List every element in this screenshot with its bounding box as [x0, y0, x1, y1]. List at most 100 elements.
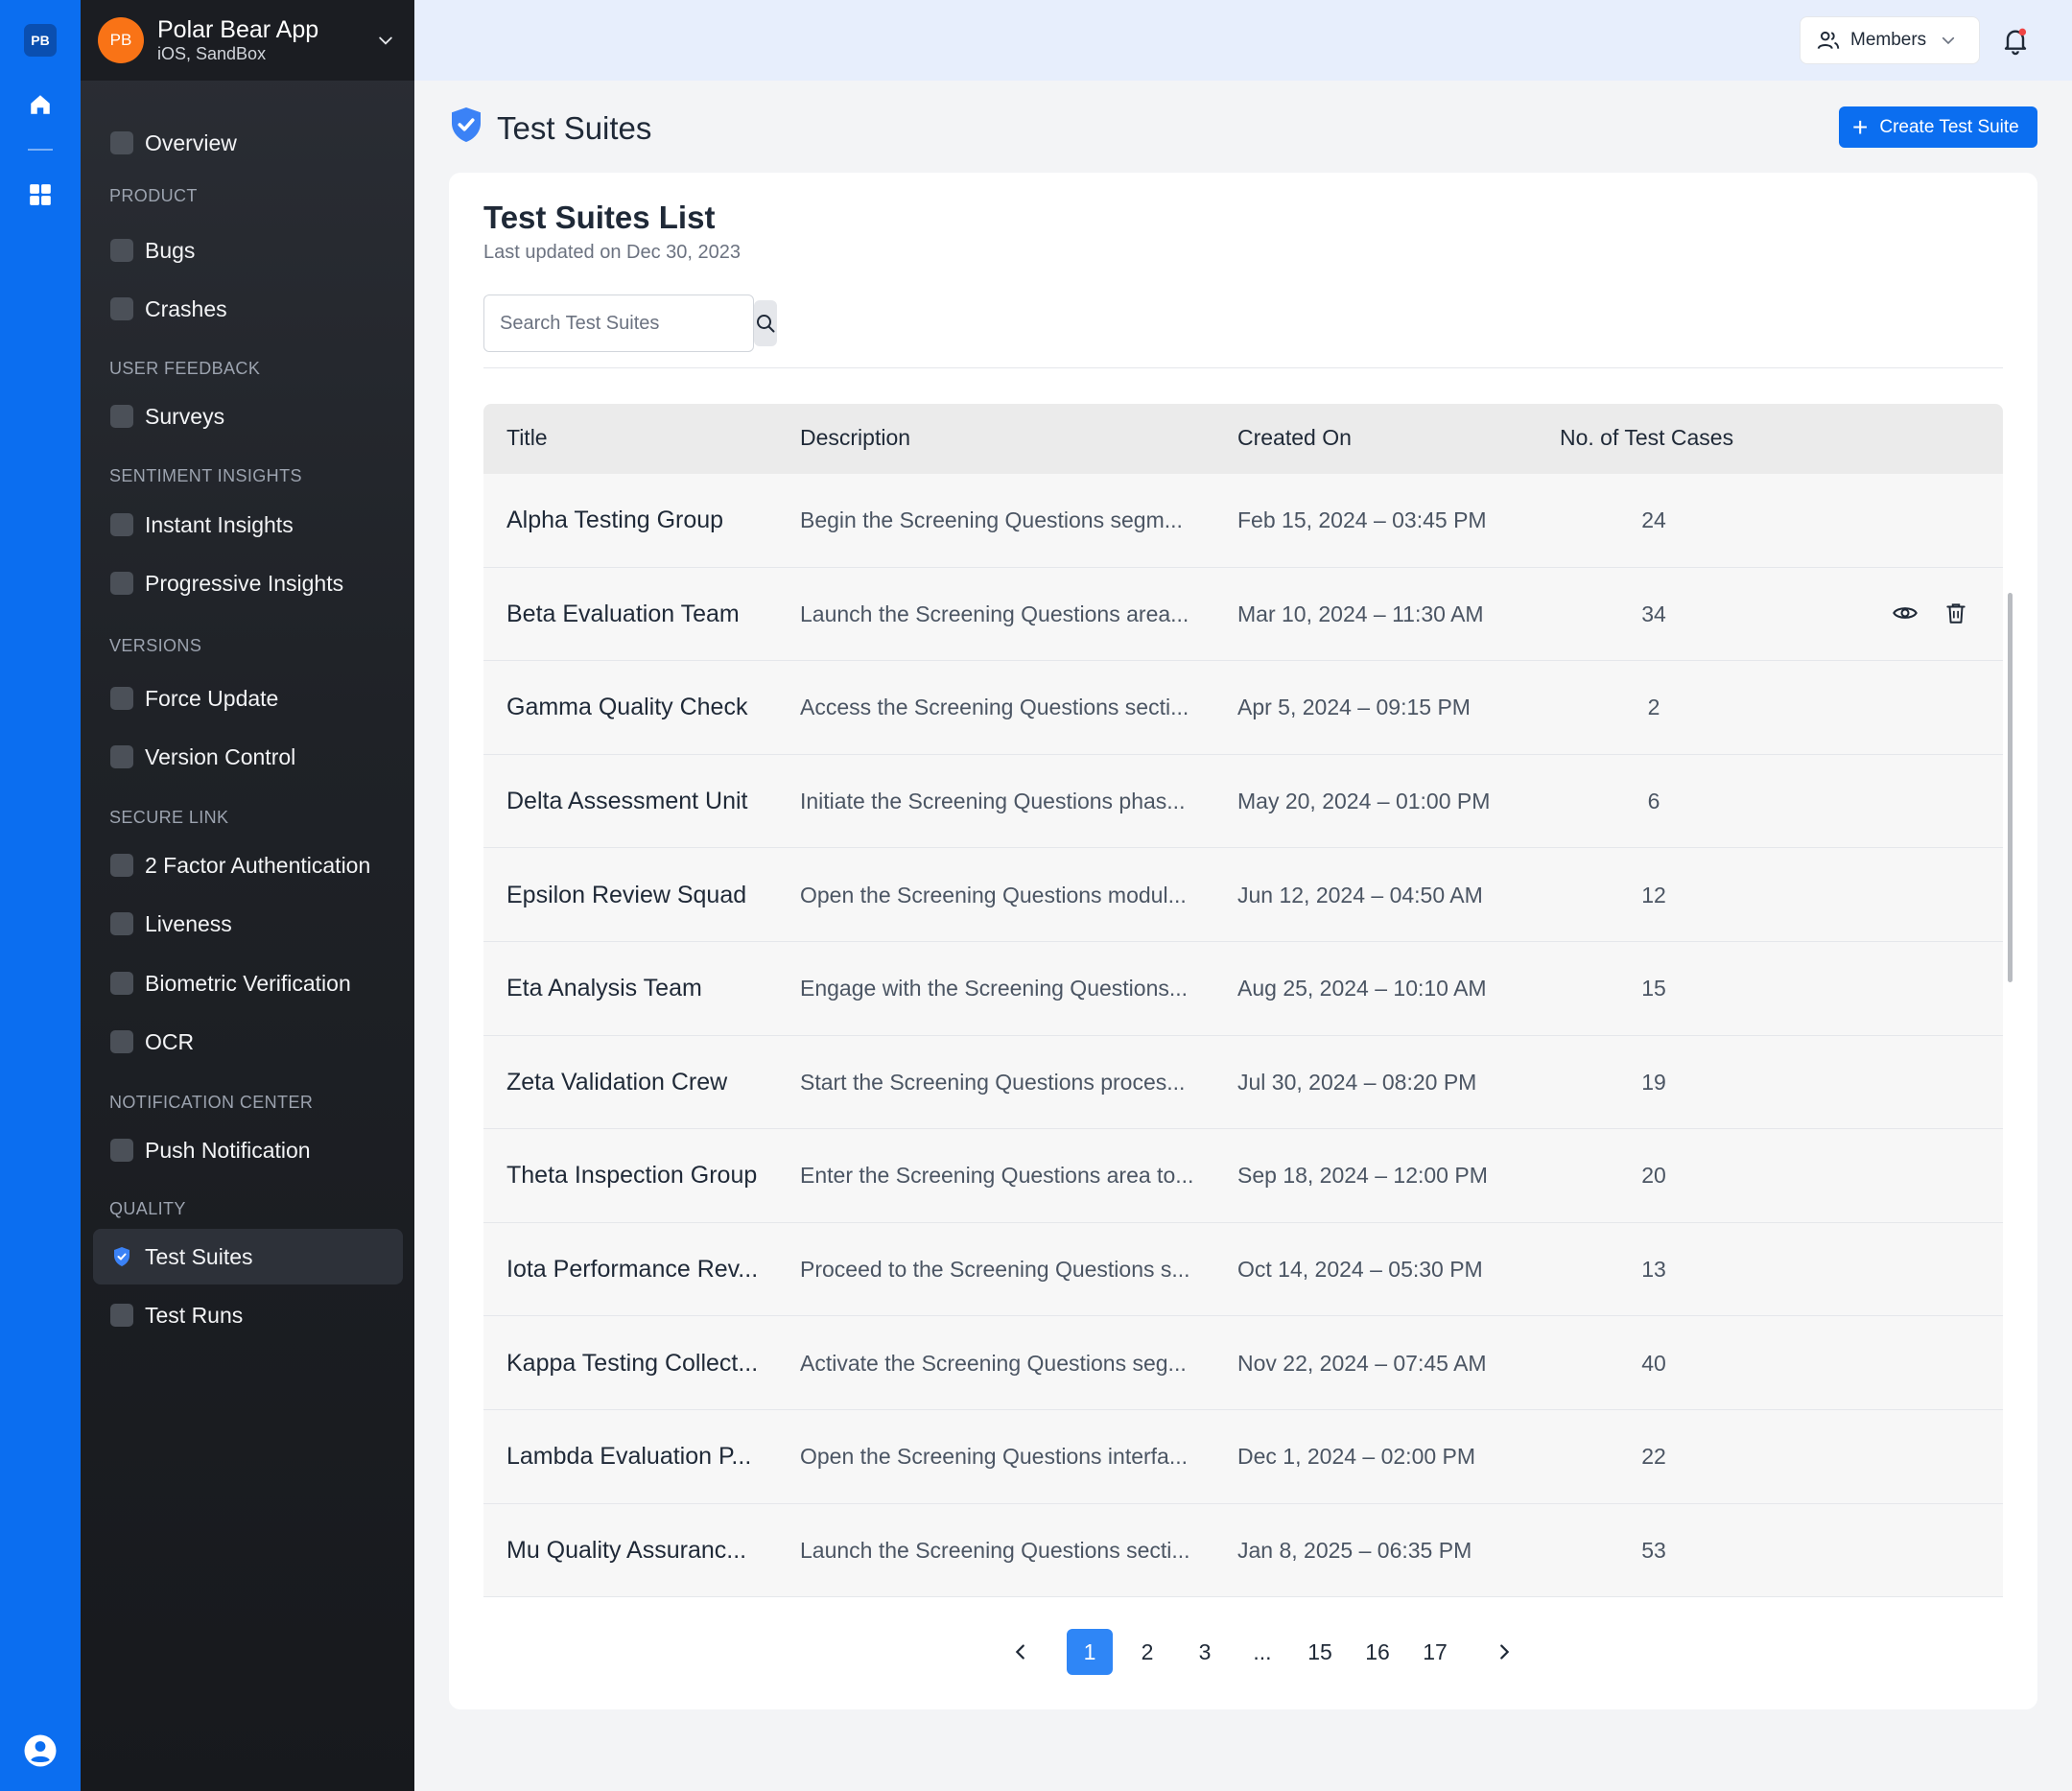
sidebar-item-biometric[interactable]: Biometric Verification [93, 955, 403, 1011]
table-row[interactable]: Beta Evaluation Team Launch the Screening… [483, 567, 2003, 662]
suite-title: Mu Quality Assuranc... [506, 1536, 747, 1564]
table-row[interactable]: Iota Performance Rev... Proceed to the Sc… [483, 1222, 2003, 1317]
search-box [483, 295, 777, 352]
suite-test-case-count: 19 [1641, 1069, 1666, 1095]
upload-icon [110, 687, 133, 710]
table-row[interactable]: Alpha Testing Group Begin the Screening Q… [483, 474, 2003, 568]
last-updated-text: Last updated on Dec 30, 2023 [483, 242, 741, 263]
sidebar-item-push-notification[interactable]: Push Notification [93, 1122, 403, 1178]
create-test-suite-label: Create Test Suite [1879, 116, 2019, 137]
suite-description: Launch the Screening Questions area... [800, 601, 1189, 626]
page-button[interactable]: 2 [1124, 1629, 1170, 1675]
sidebar-item-crashes[interactable]: Crashes [93, 281, 403, 337]
suite-test-case-count: 12 [1641, 882, 1666, 907]
sidebar-item-instant-insights[interactable]: Instant Insights [93, 497, 403, 553]
scan-icon [110, 1030, 133, 1053]
grid-icon[interactable] [26, 180, 55, 209]
suite-description: Access the Screening Questions secti... [800, 695, 1189, 720]
sidebar-item-surveys[interactable]: Surveys [93, 389, 403, 444]
suite-title: Kappa Testing Collect... [506, 1349, 759, 1377]
search-icon [757, 315, 775, 333]
suite-description: Open the Screening Questions modul... [800, 882, 1187, 907]
search-button[interactable] [754, 300, 777, 346]
column-header-description[interactable]: Description [800, 425, 910, 451]
table-row[interactable]: Gamma Quality Check Access the Screening … [483, 661, 2003, 755]
page-title: Test Suites [449, 106, 651, 152]
box-icon [110, 745, 133, 768]
suite-created-on: Nov 22, 2024 – 07:45 AM [1237, 1350, 1487, 1376]
nav-section-user-feedback: USER FEEDBACK [109, 359, 261, 378]
nav-section-secure-link: SECURE LINK [109, 808, 229, 827]
sidebar-item-bugs[interactable]: Bugs [93, 223, 403, 278]
sidebar-item-test-suites[interactable]: Test Suites [93, 1229, 403, 1284]
trash-icon[interactable] [1943, 600, 1968, 631]
page-button[interactable]: 17 [1412, 1629, 1458, 1675]
eye-icon[interactable] [1892, 600, 1919, 631]
suite-test-case-count: 53 [1641, 1537, 1666, 1563]
chevron-right-icon [1500, 1644, 1510, 1660]
chevron-down-icon [1942, 36, 1955, 45]
create-test-suite-button[interactable]: + Create Test Suite [1839, 106, 2037, 148]
chevron-left-icon [1015, 1644, 1024, 1660]
sidebar-item-label: Push Notification [145, 1137, 311, 1163]
suite-description: Launch the Screening Questions secti... [800, 1537, 1190, 1563]
page-button[interactable]: 16 [1354, 1629, 1401, 1675]
members-button[interactable]: Members [1800, 16, 1980, 64]
notification-bell-icon[interactable] [2000, 25, 2031, 56]
suite-created-on: Apr 5, 2024 – 09:15 PM [1237, 695, 1471, 720]
sidebar-item-version-control[interactable]: Version Control [93, 729, 403, 785]
sidebar-item-progressive-insights[interactable]: Progressive Insights [93, 555, 403, 611]
table-row[interactable]: Mu Quality Assuranc... Launch the Screeni… [483, 1503, 2003, 1598]
table-row[interactable]: Lambda Evaluation P... Open the Screening… [483, 1409, 2003, 1504]
lock-icon [110, 854, 133, 877]
test-suites-card: Test Suites List Last updated on Dec 30,… [449, 173, 2037, 1709]
suite-description: Enter the Screening Questions area to... [800, 1163, 1194, 1189]
suite-test-case-count: 40 [1641, 1350, 1666, 1376]
table-row[interactable]: Theta Inspection Group Enter the Screenin… [483, 1129, 2003, 1223]
sidebar-item-label: 2 Factor Authentication [145, 852, 371, 878]
table-row[interactable]: Eta Analysis Team Engage with the Screeni… [483, 941, 2003, 1036]
column-header-test-cases[interactable]: No. of Test Cases [1560, 425, 1733, 451]
sidebar-item-ocr[interactable]: OCR [93, 1014, 403, 1070]
users-icon [1817, 31, 1840, 50]
face-scan-icon [110, 912, 133, 935]
suite-title: Beta Evaluation Team [506, 600, 740, 627]
table-scrollbar[interactable] [2008, 593, 2013, 982]
suite-title: Eta Analysis Team [506, 975, 702, 1002]
sidebar-item-test-runs[interactable]: Test Runs [93, 1287, 403, 1343]
sidebar-item-force-update[interactable]: Force Update [93, 671, 403, 726]
nav-section-sentiment: SENTIMENT INSIGHTS [109, 466, 302, 485]
sidebar-item-label: Force Update [145, 685, 279, 711]
table-row[interactable]: Delta Assessment Unit Initiate the Screen… [483, 754, 2003, 849]
suite-created-on: Jun 12, 2024 – 04:50 AM [1237, 882, 1483, 907]
column-header-title[interactable]: Title [506, 425, 548, 451]
suite-created-on: Dec 1, 2024 – 02:00 PM [1237, 1444, 1476, 1470]
page-button[interactable]: 3 [1182, 1629, 1228, 1675]
table-header: Title Description Created On No. of Test… [483, 404, 2003, 474]
suite-test-case-count: 2 [1647, 695, 1660, 720]
nav-section-versions: VERSIONS [109, 636, 202, 655]
sidebar-item-liveness[interactable]: Liveness [93, 896, 403, 952]
column-header-created-on[interactable]: Created On [1237, 425, 1352, 451]
home-icon[interactable] [26, 90, 55, 119]
page-button[interactable]: 1 [1067, 1629, 1113, 1675]
sidebar-item-two-factor[interactable]: 2 Factor Authentication [93, 837, 403, 893]
table-row[interactable]: Zeta Validation Crew Start the Screening … [483, 1035, 2003, 1130]
page-button[interactable]: 15 [1297, 1629, 1343, 1675]
workspace-logo[interactable]: PB [24, 24, 57, 57]
sidebar-item-label: Bugs [145, 237, 196, 263]
table-row[interactable]: Kappa Testing Collect... Activate the Scr… [483, 1316, 2003, 1410]
next-page-button[interactable] [1481, 1629, 1527, 1675]
suite-title: Delta Assessment Unit [506, 788, 748, 815]
notification-dot [2018, 28, 2027, 36]
prev-page-button[interactable] [998, 1629, 1044, 1675]
sidebar-item-overview[interactable]: Overview [93, 115, 403, 171]
suite-title: Lambda Evaluation P... [506, 1443, 752, 1471]
sidebar-item-label: Crashes [145, 295, 227, 321]
table-row[interactable]: Epsilon Review Squad Open the Screening Q… [483, 848, 2003, 942]
shield-check-icon [449, 106, 483, 152]
search-input[interactable] [484, 295, 754, 351]
row-actions [1892, 600, 1968, 631]
suite-title: Gamma Quality Check [506, 694, 748, 721]
user-circle-icon[interactable] [23, 1733, 58, 1773]
